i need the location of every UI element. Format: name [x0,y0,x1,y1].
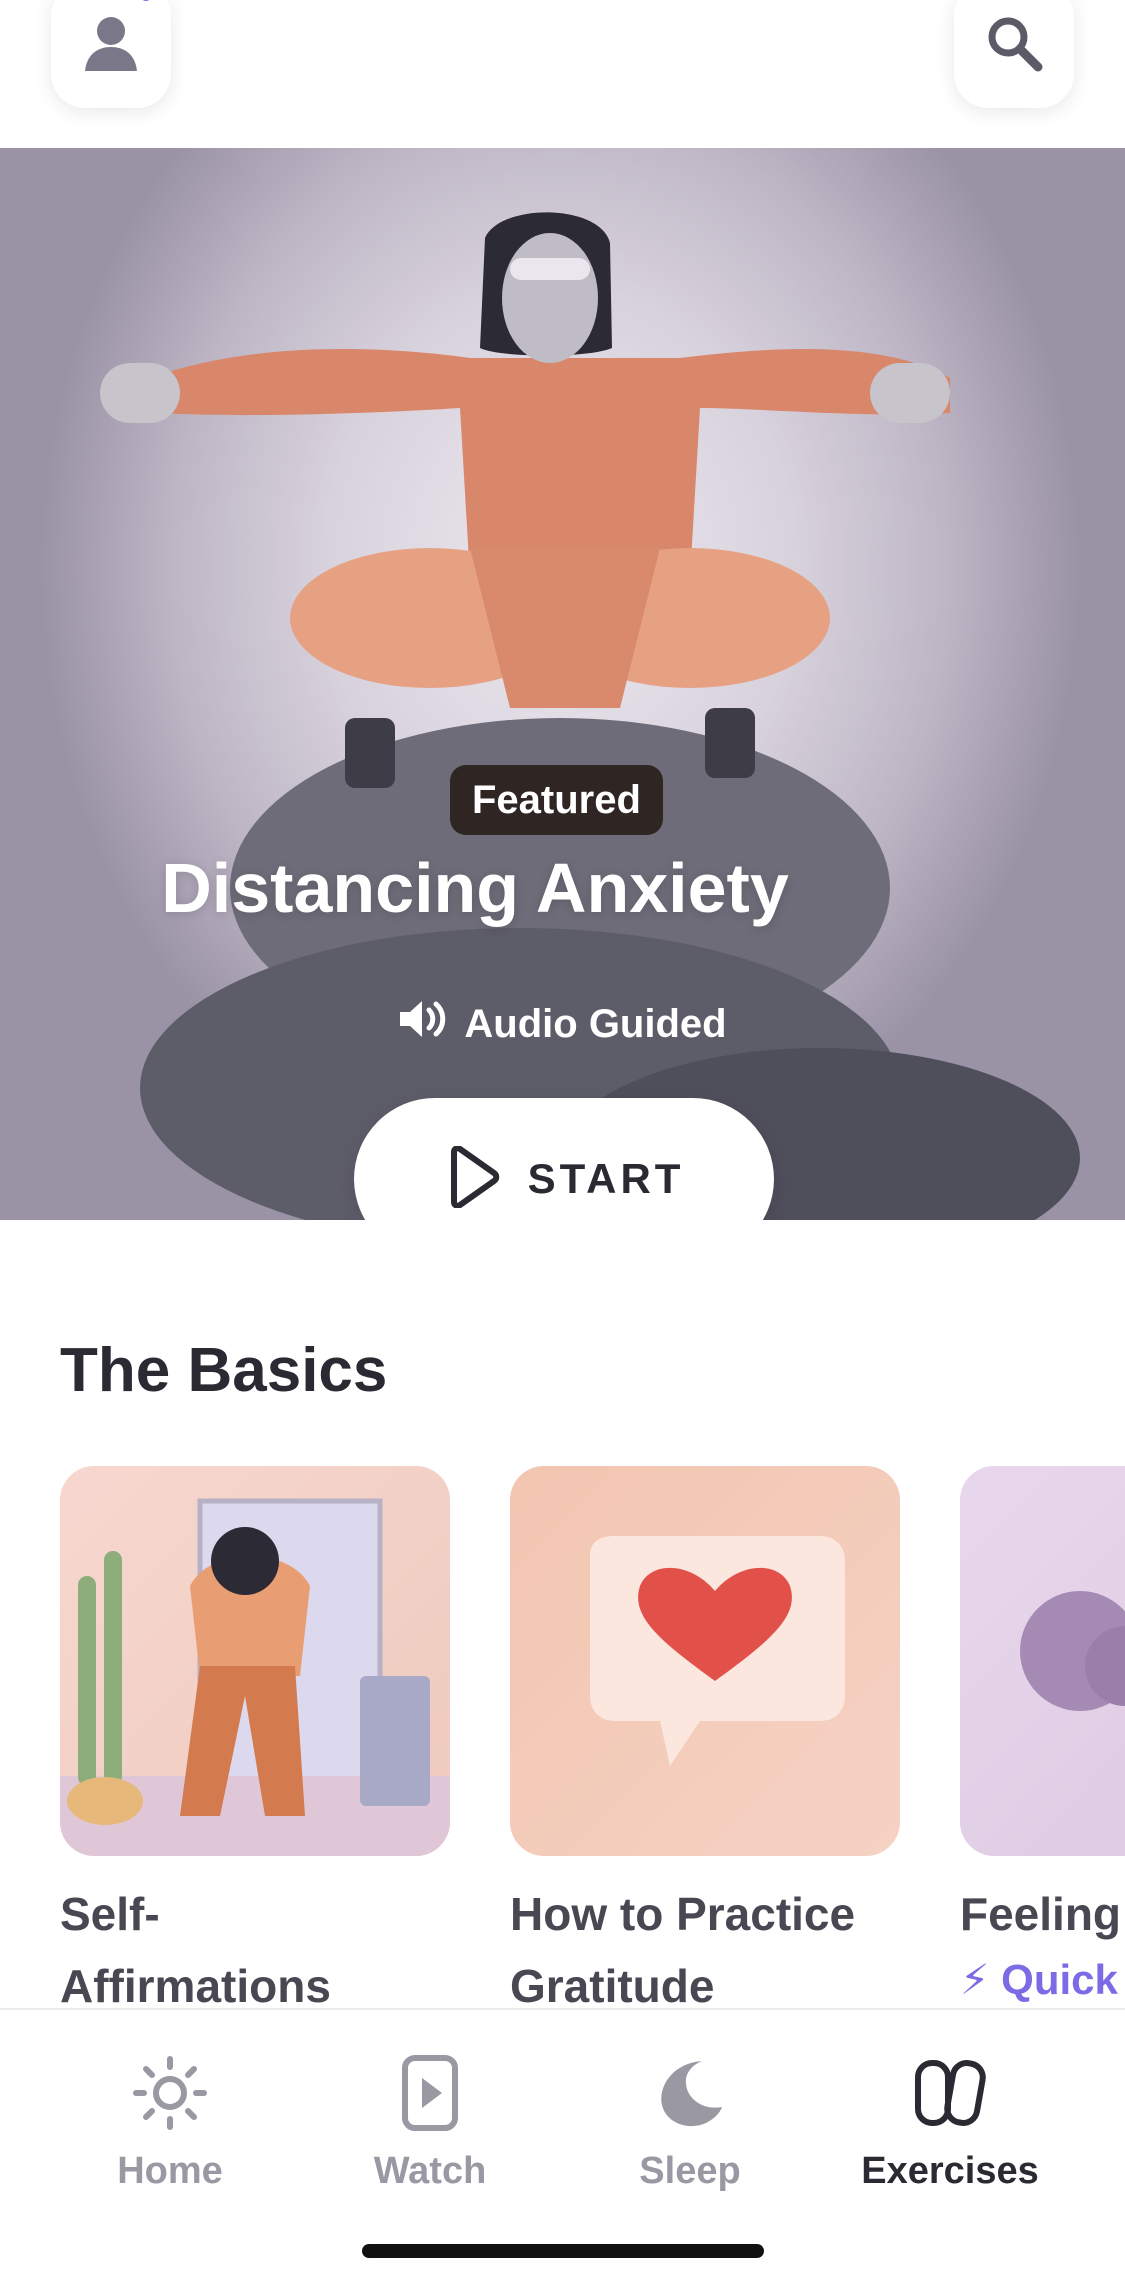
quick-tag: ⚡ Quick [960,1956,1118,2003]
tab-label: Home [117,2150,223,2192]
play-icon [444,1144,500,1213]
basics-carousel[interactable]: Self- Affirmations How to Practice Grati… [60,1466,1125,2026]
card-feeling[interactable]: Feeling ⚡ Quick [960,1466,1125,2016]
exercises-icon [820,2050,1080,2136]
featured-badge: Featured [450,765,663,835]
profile-button[interactable] [51,0,171,108]
card-gratitude[interactable]: How to Practice Gratitude [510,1466,900,2022]
play-card-icon [300,2050,560,2136]
audio-guided-row: Audio Guided [0,998,1125,1050]
tab-label: Exercises [861,2150,1039,2192]
tab-watch[interactable]: Watch [300,2050,560,2193]
card-thumbnail [960,1466,1125,1856]
card-title: Self- Affirmations [60,1888,331,2012]
notification-dot [135,0,157,6]
tab-label: Watch [373,2150,487,2192]
moon-icon [560,2050,820,2136]
lightning-icon: ⚡ [960,1956,990,2003]
card-thumbnail [60,1466,450,1856]
card-self-affirmations[interactable]: Self- Affirmations [60,1466,450,2022]
home-indicator [362,2244,764,2258]
sun-icon [40,2050,300,2136]
card-title: Feeling ⚡ Quick [960,1878,1125,2016]
featured-hero[interactable]: Featured Distancing Anxiety Audio Guided… [0,148,1125,1220]
card-title: How to Practice Gratitude [510,1888,856,2012]
hero-title: Distancing Anxiety [161,849,789,927]
hero-illustration [100,212,1080,1220]
start-button[interactable]: START [354,1098,774,1220]
section-title-basics: The Basics [60,1336,388,1405]
search-icon [984,13,1044,78]
tab-label: Sleep [639,2150,741,2192]
start-label: START [527,1155,685,1202]
speaker-icon [398,998,450,1050]
card-thumbnail [510,1466,900,1856]
audio-guided-label: Audio Guided [464,1001,727,1046]
tab-exercises[interactable]: Exercises [820,2050,1080,2193]
search-button[interactable] [954,0,1074,108]
person-icon [83,13,139,78]
tab-sleep[interactable]: Sleep [560,2050,820,2193]
tab-home[interactable]: Home [40,2050,300,2193]
